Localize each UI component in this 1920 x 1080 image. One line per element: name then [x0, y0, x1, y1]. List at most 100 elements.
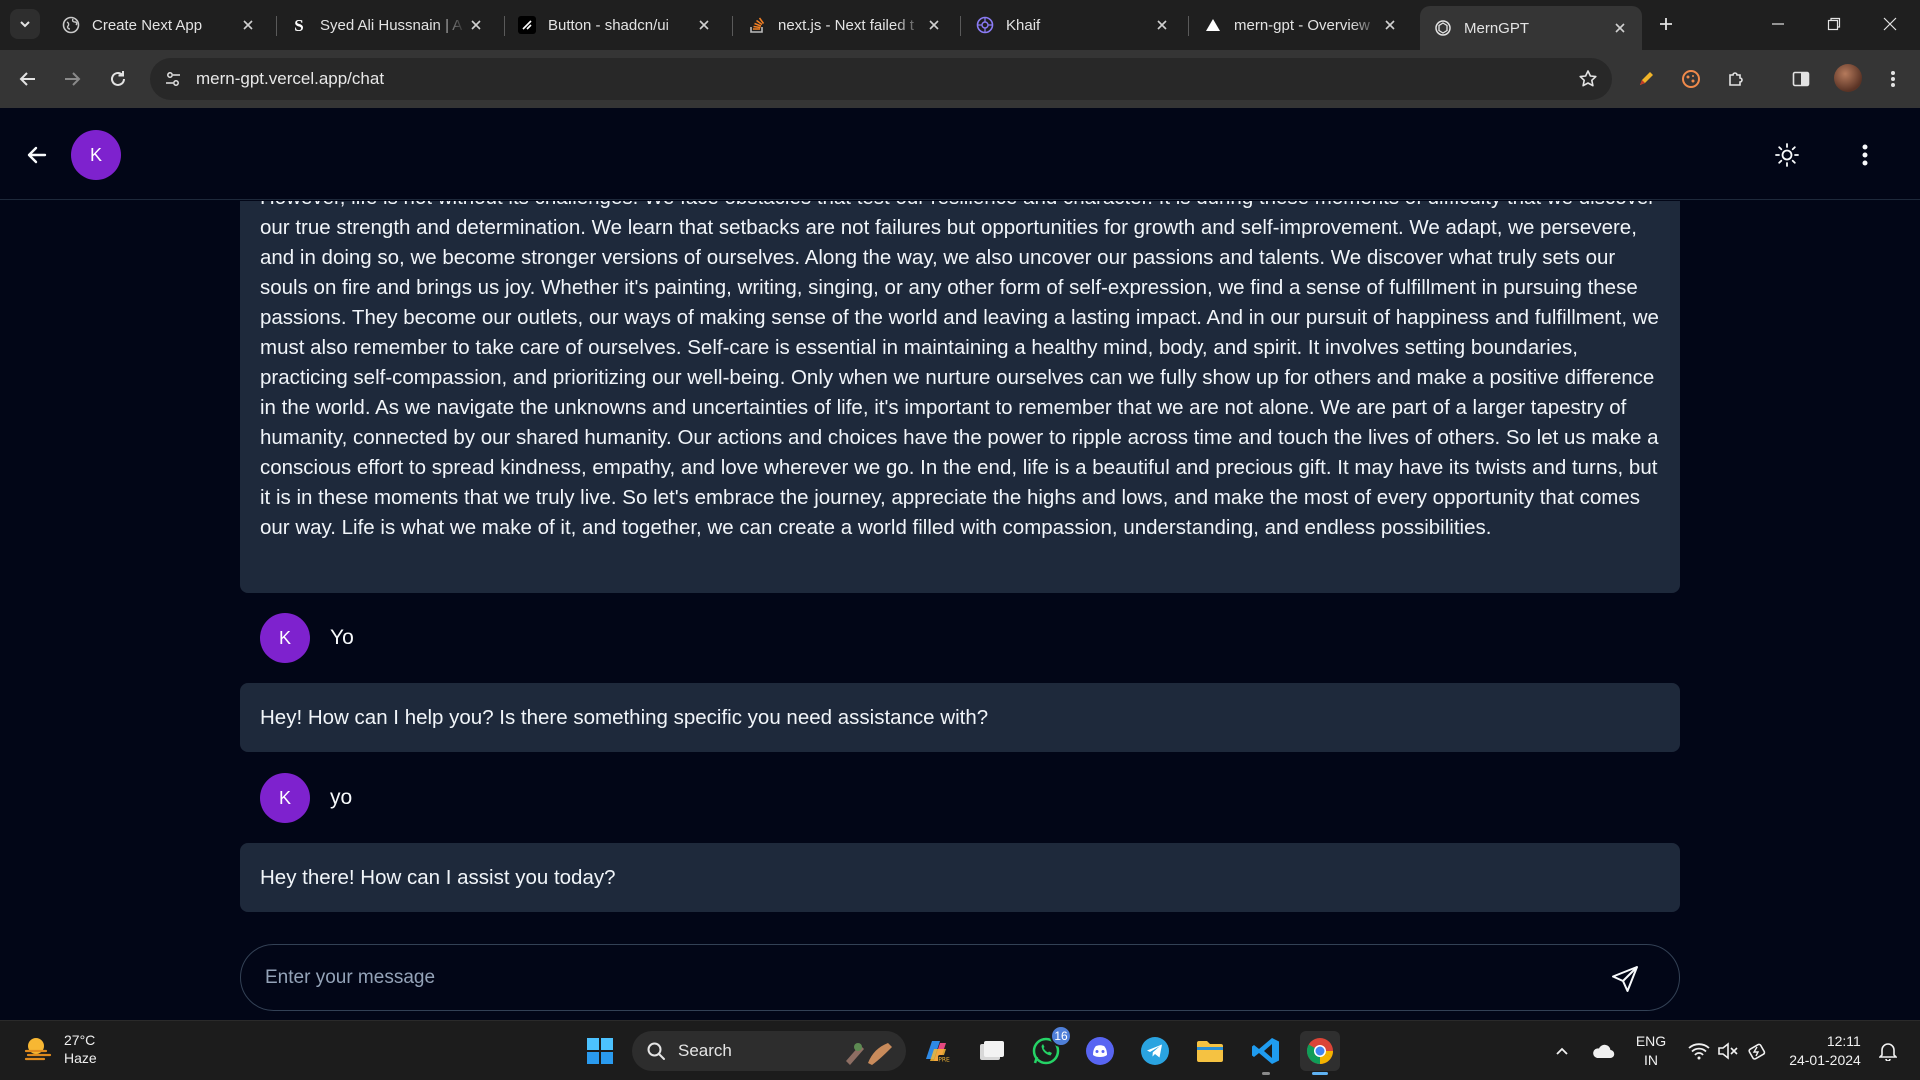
active-indicator: [1312, 1072, 1328, 1075]
battery-button[interactable]: [1744, 1031, 1772, 1071]
address-bar[interactable]: mern-gpt.vercel.app/chat: [150, 58, 1612, 100]
browser-tab[interactable]: S Syed Ali Hussnain | A: [276, 6, 498, 44]
browser-tab[interactable]: Create Next App: [48, 6, 270, 44]
task-view-icon: [980, 1041, 1004, 1060]
volume-button[interactable]: [1714, 1031, 1742, 1071]
arrow-right-icon: [65, 72, 81, 86]
new-tab-button[interactable]: [1652, 10, 1680, 38]
back-button[interactable]: [22, 140, 52, 170]
theme-toggle-button[interactable]: [1772, 140, 1802, 170]
minimize-button[interactable]: [1750, 0, 1806, 48]
tab-close-icon[interactable]: [924, 15, 944, 35]
browser-tab[interactable]: Button - shadcn/ui: [504, 6, 726, 44]
clock[interactable]: 12:11 24-01-2024: [1782, 1031, 1868, 1071]
tab-close-icon[interactable]: [238, 15, 258, 35]
profile-avatar[interactable]: [1834, 64, 1862, 92]
taskbar-search[interactable]: Search: [632, 1031, 906, 1071]
chevron-down-icon: [20, 21, 30, 28]
weather-description: Haze: [64, 1050, 97, 1066]
onedrive-button[interactable]: [1588, 1031, 1618, 1071]
windows-icon: [587, 1038, 613, 1064]
stackoverflow-icon: [748, 16, 766, 34]
chrome-icon: [1306, 1038, 1334, 1065]
weather-widget[interactable]: 27°C Haze: [22, 1031, 97, 1067]
browser-tab[interactable]: next.js - Next failed t: [734, 6, 956, 44]
reload-icon: [111, 71, 125, 86]
taskbar-chrome[interactable]: [1300, 1031, 1340, 1075]
browser-toolbar: mern-gpt.vercel.app/chat: [0, 50, 1920, 108]
svg-text:PRE: PRE: [938, 1057, 950, 1064]
cloud-icon: [1593, 1044, 1615, 1059]
vscode-icon: [1252, 1038, 1279, 1064]
search-icon: [647, 1042, 665, 1060]
tab-close-icon[interactable]: [694, 15, 714, 35]
bookmark-button[interactable]: [1576, 67, 1600, 91]
user-message: K yo: [260, 773, 352, 823]
user-message-text: yo: [330, 786, 353, 809]
sun-icon: [1775, 143, 1799, 167]
screen: Create Next App S Syed Ali Hussnain | A …: [0, 0, 1920, 1080]
reload-button[interactable]: [102, 63, 134, 95]
tab-title: Khaif: [1006, 16, 1041, 34]
message-input[interactable]: [265, 961, 1565, 995]
tune-icon: [166, 72, 180, 86]
notifications-button[interactable]: [1874, 1031, 1902, 1071]
extension-cookie-button[interactable]: [1677, 65, 1705, 93]
tab-title: mern-gpt - Overview: [1234, 16, 1370, 34]
chat-messages: However, life is not without its challen…: [0, 201, 1920, 932]
browser-tab[interactable]: Khaif: [962, 6, 1184, 44]
start-button[interactable]: [580, 1031, 620, 1071]
url-text: mern-gpt.vercel.app/chat: [196, 69, 385, 88]
side-panel-button[interactable]: [1787, 65, 1815, 93]
extensions-button[interactable]: [1722, 65, 1750, 93]
battery-charging-icon: [1748, 1043, 1766, 1060]
language-indicator[interactable]: ENG IN: [1628, 1031, 1674, 1071]
taskbar-copilot[interactable]: PRE: [916, 1031, 956, 1071]
clock-date: 24-01-2024: [1789, 1052, 1861, 1068]
chrome-menu-button[interactable]: [1879, 65, 1907, 93]
user-avatar[interactable]: K: [71, 130, 121, 180]
app-menu-button[interactable]: [1850, 140, 1880, 170]
taskbar-task-view[interactable]: [972, 1031, 1012, 1071]
tab-close-icon[interactable]: [1380, 15, 1400, 35]
volume-muted-icon: [1718, 1042, 1738, 1060]
taskbar-vscode[interactable]: [1246, 1031, 1286, 1075]
restore-button[interactable]: [1806, 0, 1862, 48]
taskbar-file-explorer[interactable]: [1190, 1031, 1230, 1071]
tab-separator: [732, 16, 733, 36]
windows-taskbar: 27°C Haze Search PRE 16 ENG IN 12:11 24-…: [0, 1020, 1920, 1080]
whatsapp-notification-badge: 16: [1050, 1025, 1072, 1047]
forward-button[interactable]: [56, 63, 88, 95]
telegram-icon: [1141, 1037, 1169, 1065]
taskbar-discord[interactable]: [1080, 1031, 1120, 1071]
tab-search-button[interactable]: [10, 9, 40, 39]
app-header: K: [0, 108, 1920, 200]
more-vertical-icon: [1862, 144, 1868, 166]
show-hidden-icons-button[interactable]: [1548, 1031, 1576, 1071]
plus-icon: [1660, 18, 1672, 30]
user-avatar: K: [260, 773, 310, 823]
send-button[interactable]: [1607, 961, 1643, 997]
browser-tab-strip: Create Next App S Syed Ali Hussnain | A …: [0, 0, 1920, 50]
chevron-up-icon: [1556, 1047, 1568, 1055]
taskbar-telegram[interactable]: [1135, 1031, 1175, 1071]
browser-tab[interactable]: mern-gpt - Overview: [1190, 6, 1412, 44]
khaif-icon: [976, 16, 994, 34]
assistant-message: Hey there! How can I assist you today?: [240, 843, 1680, 912]
site-info-button[interactable]: [158, 64, 188, 94]
restore-icon: [1827, 17, 1841, 31]
back-button[interactable]: [12, 63, 44, 95]
extension-pen-button[interactable]: [1632, 65, 1660, 93]
wifi-button[interactable]: [1684, 1031, 1714, 1071]
tab-close-icon[interactable]: [1152, 15, 1172, 35]
tab-close-icon[interactable]: [1610, 18, 1630, 38]
close-window-button[interactable]: [1862, 0, 1918, 48]
taskbar-whatsapp[interactable]: 16: [1026, 1025, 1072, 1071]
arrow-left-icon: [19, 72, 35, 86]
tab-separator: [960, 16, 961, 36]
s-logo-icon: S: [290, 16, 308, 34]
tab-close-icon[interactable]: [466, 15, 486, 35]
bell-icon: [1879, 1043, 1897, 1061]
puzzle-icon: [1729, 72, 1743, 86]
browser-tab-active[interactable]: MernGPT: [1420, 6, 1642, 50]
